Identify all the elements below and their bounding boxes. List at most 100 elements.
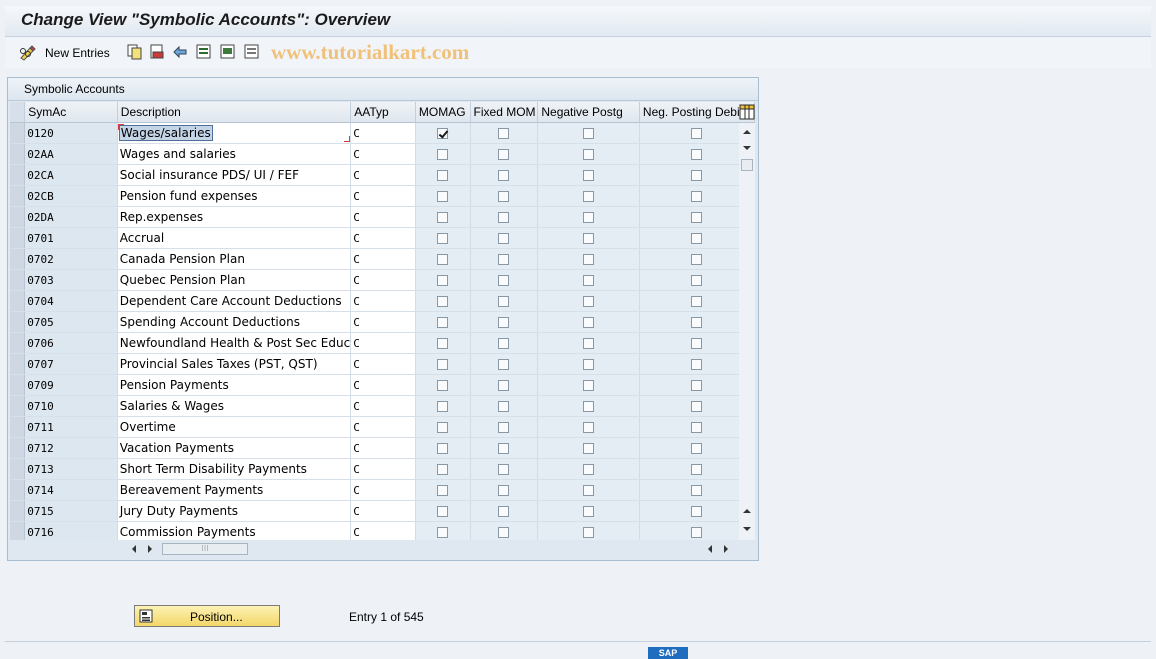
select-all-icon[interactable] <box>195 43 213 61</box>
copy-icon[interactable] <box>126 43 144 61</box>
aatyp-input[interactable]: C <box>350 374 416 396</box>
fixed-mom-checkbox[interactable] <box>498 317 510 328</box>
aatyp-input[interactable]: C <box>350 458 416 480</box>
row-selector[interactable] <box>10 332 26 354</box>
fixed-mom-checkbox[interactable] <box>498 338 510 349</box>
description-input[interactable]: Dependent Care Account Deductions <box>117 290 352 312</box>
neg-posting-debit-checkbox[interactable] <box>691 233 703 244</box>
description-input[interactable]: Pension fund expenses <box>117 185 352 207</box>
scroll-left-end-icon[interactable] <box>704 542 716 556</box>
fixed-mom-checkbox[interactable] <box>498 149 510 160</box>
description-input[interactable]: Short Term Disability Payments <box>117 458 352 480</box>
neg-posting-debit-checkbox[interactable] <box>691 191 703 202</box>
select-block-icon[interactable] <box>219 43 237 61</box>
fixed-mom-checkbox[interactable] <box>498 191 510 202</box>
neg-posting-debit-checkbox[interactable] <box>691 170 703 181</box>
neg-posting-debit-checkbox[interactable] <box>691 443 703 454</box>
row-selector[interactable] <box>10 122 26 144</box>
description-input[interactable]: Overtime <box>117 416 352 438</box>
neg-posting-debit-checkbox[interactable] <box>691 275 703 286</box>
fixed-mom-checkbox[interactable] <box>498 485 510 496</box>
description-input[interactable]: Newfoundland Health & Post Sec Educ <box>117 332 352 354</box>
row-selector[interactable] <box>10 227 26 249</box>
negative-postg-checkbox[interactable] <box>583 401 595 412</box>
aatyp-input[interactable]: C <box>350 395 416 417</box>
description-input[interactable]: Quebec Pension Plan <box>117 269 352 291</box>
negative-postg-checkbox[interactable] <box>583 149 595 160</box>
select-all-rows-header[interactable] <box>10 102 26 123</box>
row-selector[interactable] <box>10 395 26 417</box>
description-input[interactable]: Canada Pension Plan <box>117 248 352 270</box>
negative-postg-checkbox[interactable] <box>583 296 595 307</box>
momag-checkbox[interactable] <box>437 254 449 265</box>
momag-checkbox[interactable] <box>437 527 449 538</box>
negative-postg-checkbox[interactable] <box>583 380 595 391</box>
fixed-mom-checkbox[interactable] <box>498 464 510 475</box>
description-input[interactable]: Bereavement Payments <box>117 479 352 501</box>
neg-posting-debit-checkbox[interactable] <box>691 422 703 433</box>
negative-postg-checkbox[interactable] <box>583 485 595 496</box>
momag-checkbox[interactable] <box>437 443 449 454</box>
momag-checkbox[interactable] <box>437 359 449 370</box>
momag-checkbox[interactable] <box>437 401 449 412</box>
neg-posting-debit-checkbox[interactable] <box>691 401 703 412</box>
aatyp-input[interactable]: C <box>350 416 416 438</box>
row-selector[interactable] <box>10 290 26 312</box>
aatyp-input[interactable]: C <box>350 122 416 144</box>
negative-postg-checkbox[interactable] <box>583 233 595 244</box>
row-selector[interactable] <box>10 185 26 207</box>
momag-checkbox[interactable] <box>437 128 449 139</box>
new-entries-button[interactable]: New Entries <box>19 43 110 63</box>
description-input[interactable]: Commission Payments <box>117 521 352 540</box>
column-header-symac[interactable]: SymAc <box>24 102 118 123</box>
momag-checkbox[interactable] <box>437 191 449 202</box>
horizontal-scrollbar[interactable]: ⁝⁝⁝ <box>128 542 738 556</box>
negative-postg-checkbox[interactable] <box>583 338 595 349</box>
fixed-mom-checkbox[interactable] <box>498 128 510 139</box>
aatyp-input[interactable]: C <box>350 332 416 354</box>
aatyp-input[interactable]: C <box>350 290 416 312</box>
description-input[interactable]: Vacation Payments <box>117 437 352 459</box>
neg-posting-debit-checkbox[interactable] <box>691 338 703 349</box>
negative-postg-checkbox[interactable] <box>583 191 595 202</box>
aatyp-input[interactable]: C <box>350 269 416 291</box>
neg-posting-debit-checkbox[interactable] <box>691 527 703 538</box>
momag-checkbox[interactable] <box>437 212 449 223</box>
momag-checkbox[interactable] <box>437 422 449 433</box>
horizontal-scroll-thumb[interactable]: ⁝⁝⁝ <box>162 543 248 555</box>
negative-postg-checkbox[interactable] <box>583 317 595 328</box>
fixed-mom-checkbox[interactable] <box>498 254 510 265</box>
momag-checkbox[interactable] <box>437 380 449 391</box>
momag-checkbox[interactable] <box>437 296 449 307</box>
momag-checkbox[interactable] <box>437 338 449 349</box>
fixed-mom-checkbox[interactable] <box>498 527 510 538</box>
row-selector[interactable] <box>10 416 26 438</box>
aatyp-input[interactable]: C <box>350 227 416 249</box>
aatyp-input[interactable]: C <box>350 353 416 375</box>
momag-checkbox[interactable] <box>437 149 449 160</box>
negative-postg-checkbox[interactable] <box>583 422 595 433</box>
vertical-scrollbar[interactable] <box>739 123 755 540</box>
neg-posting-debit-checkbox[interactable] <box>691 128 703 139</box>
negative-postg-checkbox[interactable] <box>583 275 595 286</box>
negative-postg-checkbox[interactable] <box>583 128 595 139</box>
aatyp-input[interactable]: C <box>350 500 416 522</box>
description-input[interactable]: Accrual <box>117 227 352 249</box>
fixed-mom-checkbox[interactable] <box>498 443 510 454</box>
negative-postg-checkbox[interactable] <box>583 170 595 181</box>
undo-icon[interactable] <box>171 43 189 61</box>
aatyp-input[interactable]: C <box>350 521 416 540</box>
scroll-down-icon[interactable] <box>739 141 755 155</box>
scroll-page-up-icon[interactable] <box>739 504 755 518</box>
momag-checkbox[interactable] <box>437 485 449 496</box>
aatyp-input[interactable]: C <box>350 437 416 459</box>
neg-posting-debit-checkbox[interactable] <box>691 296 703 307</box>
momag-checkbox[interactable] <box>437 317 449 328</box>
description-input[interactable]: Wages and salaries <box>117 143 352 165</box>
row-selector[interactable] <box>10 521 26 540</box>
row-selector[interactable] <box>10 143 26 165</box>
column-header-aatyp[interactable]: AATyp <box>350 102 416 123</box>
negative-postg-checkbox[interactable] <box>583 212 595 223</box>
column-header-momag[interactable]: MOMAG <box>415 102 471 123</box>
negative-postg-checkbox[interactable] <box>583 527 595 538</box>
